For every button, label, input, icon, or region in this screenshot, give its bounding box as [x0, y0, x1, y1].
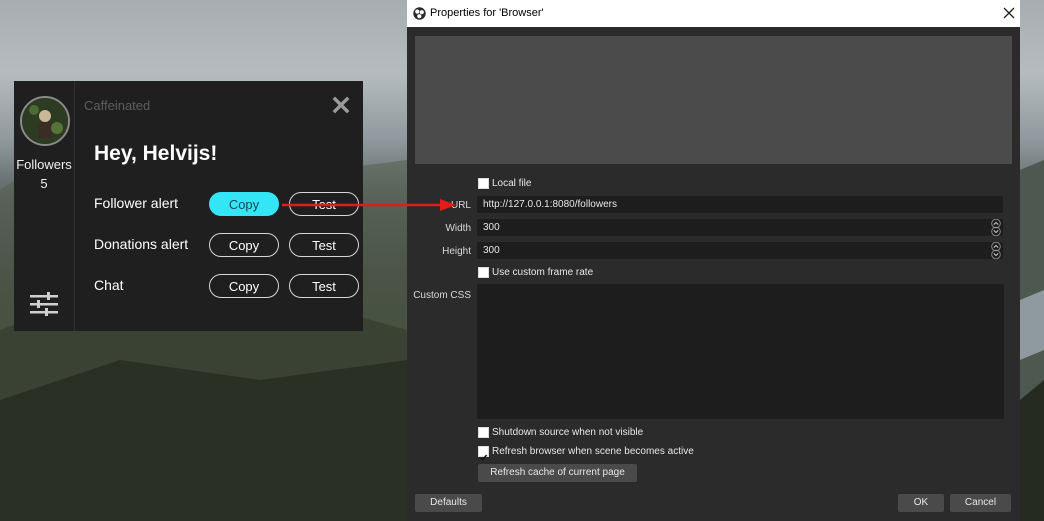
- custom-frame-rate-checkbox[interactable]: [478, 267, 489, 278]
- refresh-cache-button[interactable]: Refresh cache of current page: [478, 464, 637, 482]
- settings-sliders-icon[interactable]: [30, 292, 58, 316]
- custom-css-textarea[interactable]: [477, 284, 1004, 419]
- chat-test-button[interactable]: Test: [289, 274, 359, 298]
- refresh-on-active-label: Refresh browser when scene becomes activ…: [492, 446, 694, 457]
- shutdown-label: Shutdown source when not visible: [492, 427, 644, 438]
- greeting: Hey, Helvijs!: [94, 142, 218, 165]
- close-icon[interactable]: [1003, 7, 1015, 19]
- follower-alert-label: Follower alert: [94, 195, 179, 211]
- ok-button[interactable]: OK: [898, 494, 944, 512]
- url-label: URL: [450, 200, 471, 211]
- local-file-label: Local file: [492, 178, 532, 189]
- donations-alert-test-button[interactable]: Test: [289, 233, 359, 257]
- donations-alert-copy-button[interactable]: Copy: [209, 233, 279, 257]
- followers-count: 5: [40, 176, 48, 191]
- avatar[interactable]: [20, 96, 70, 146]
- custom-css-label: Custom CSS: [413, 290, 471, 301]
- avatar-image: [22, 98, 68, 144]
- width-label: Width: [445, 223, 471, 234]
- height-spinner-icon[interactable]: [990, 242, 1002, 259]
- caffeinated-panel: Followers 5 Caffeinated Hey, Helvijs! Fo…: [14, 81, 363, 331]
- checkmark-icon: [480, 454, 488, 461]
- chat-label: Chat: [94, 277, 124, 293]
- donations-alert-label: Donations alert: [94, 236, 189, 252]
- defaults-button[interactable]: Defaults: [415, 494, 482, 512]
- width-spinner-icon[interactable]: [990, 219, 1002, 236]
- width-input[interactable]: 300: [477, 219, 1003, 236]
- follower-alert-test-button[interactable]: Test: [289, 192, 359, 216]
- followers-label: Followers: [16, 157, 72, 172]
- height-label: Height: [442, 246, 471, 257]
- chat-copy-button[interactable]: Copy: [209, 274, 279, 298]
- custom-frame-rate-label: Use custom frame rate: [492, 267, 594, 278]
- cancel-button[interactable]: Cancel: [950, 494, 1011, 512]
- refresh-on-active-checkbox[interactable]: [478, 446, 489, 461]
- follower-alert-copy-button[interactable]: Copy: [209, 192, 279, 216]
- height-input[interactable]: 300: [477, 242, 1003, 259]
- dialog-titlebar: Properties for 'Browser': [407, 0, 1020, 27]
- url-input[interactable]: http://127.0.0.1:8080/followers: [477, 196, 1003, 213]
- sidebar: Followers 5: [14, 81, 75, 331]
- obs-logo-icon: [413, 7, 426, 20]
- app-title: Caffeinated: [84, 98, 151, 113]
- local-file-checkbox[interactable]: [478, 178, 489, 189]
- properties-dialog: Properties for 'Browser' Local file URL …: [407, 0, 1020, 521]
- browser-preview: [415, 36, 1012, 164]
- shutdown-checkbox[interactable]: [478, 427, 489, 438]
- dialog-title: Properties for 'Browser': [430, 7, 544, 19]
- close-icon[interactable]: [332, 96, 350, 114]
